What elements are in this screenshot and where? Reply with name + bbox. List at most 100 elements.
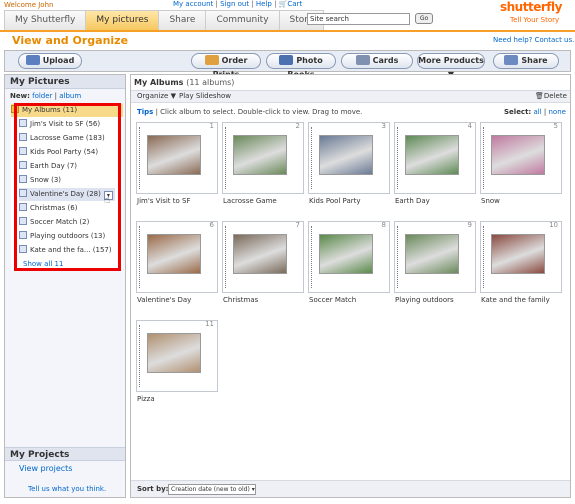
tips-label[interactable]: Tips bbox=[137, 108, 153, 116]
album-thumbnail[interactable] bbox=[491, 234, 545, 274]
album-card[interactable]: 10 Kate and the family bbox=[480, 221, 562, 311]
tree-item-album[interactable]: Playing outdoors (13) bbox=[19, 230, 131, 243]
select-all-link[interactable]: all bbox=[533, 108, 541, 116]
organize-menu[interactable]: Organize ▼ bbox=[137, 92, 176, 100]
album-number: 4 bbox=[467, 122, 472, 130]
album-card[interactable]: 6 Valentine's Day bbox=[136, 221, 218, 311]
album-label[interactable]: Lacrosse Game bbox=[223, 197, 277, 205]
tree-item-album[interactable]: Jim's Visit to SF (56) bbox=[19, 118, 131, 131]
album-label[interactable]: Pizza bbox=[137, 395, 155, 403]
album-card[interactable]: 1 Jim's Visit to SF bbox=[136, 122, 218, 212]
album-card[interactable]: 9 Playing outdoors bbox=[394, 221, 476, 311]
album-spine bbox=[139, 226, 142, 288]
album-thumbnail[interactable] bbox=[405, 234, 459, 274]
album-cover[interactable]: 2 bbox=[222, 122, 304, 194]
album-thumbnail[interactable] bbox=[319, 135, 373, 175]
album-card[interactable]: 7 Christmas bbox=[222, 221, 304, 311]
help-link[interactable]: Help bbox=[256, 0, 272, 8]
album-label[interactable]: Playing outdoors bbox=[395, 296, 454, 304]
album-label[interactable]: Kids Pool Party bbox=[309, 197, 361, 205]
album-card[interactable]: 4 Earth Day bbox=[394, 122, 476, 212]
album-label[interactable]: Kate and the family bbox=[481, 296, 550, 304]
tree-item-label: Earth Day (7) bbox=[30, 162, 77, 170]
album-cover[interactable]: 6 bbox=[136, 221, 218, 293]
album-label[interactable]: Jim's Visit to SF bbox=[137, 197, 191, 205]
album-cover[interactable]: 4 bbox=[394, 122, 476, 194]
album-number: 3 bbox=[381, 122, 386, 130]
album-thumbnail[interactable] bbox=[491, 135, 545, 175]
shutterfly-logo[interactable]: shutterfly Tell Your Story bbox=[500, 0, 572, 30]
album-number: 8 bbox=[381, 221, 386, 229]
delete-button[interactable]: 🗑Delete bbox=[535, 92, 567, 100]
album-card[interactable]: 3 Kids Pool Party bbox=[308, 122, 390, 212]
album-thumbnail[interactable] bbox=[233, 234, 287, 274]
upload-button[interactable]: Upload bbox=[18, 53, 82, 69]
new-folder-link[interactable]: folder bbox=[32, 92, 52, 100]
album-thumbnail[interactable] bbox=[147, 234, 201, 274]
cart-link[interactable]: Cart bbox=[287, 0, 302, 8]
album-label[interactable]: Earth Day bbox=[395, 197, 430, 205]
tab-share[interactable]: Share bbox=[158, 10, 207, 30]
my-account-link[interactable]: My account bbox=[173, 0, 213, 8]
tree-item-album[interactable]: Snow (3) bbox=[19, 174, 131, 187]
album-thumbnail[interactable] bbox=[147, 333, 201, 373]
album-label[interactable]: Soccer Match bbox=[309, 296, 356, 304]
album-cover[interactable]: 5 bbox=[480, 122, 562, 194]
tab-community[interactable]: Community bbox=[205, 10, 280, 30]
album-number: 1 bbox=[209, 122, 214, 130]
play-slideshow-button[interactable]: Play Slideshow bbox=[179, 92, 231, 100]
tree-item-label: Playing outdoors (13) bbox=[30, 232, 106, 240]
album-spine bbox=[483, 226, 486, 288]
need-help-link[interactable]: Need help? Contact us. bbox=[493, 36, 574, 44]
new-album-link[interactable]: album bbox=[59, 92, 81, 100]
album-card[interactable]: 5 Snow bbox=[480, 122, 562, 212]
album-thumbnail[interactable] bbox=[319, 234, 373, 274]
album-cover[interactable]: 1 bbox=[136, 122, 218, 194]
tree-item-album[interactable]: Kids Pool Party (54) bbox=[19, 146, 131, 159]
album-number: 5 bbox=[553, 122, 558, 130]
photo-books-button[interactable]: Photo Books bbox=[266, 53, 336, 79]
top-bar: Welcome John My account | Sign out | Hel… bbox=[0, 0, 575, 31]
sign-out-link[interactable]: Sign out bbox=[220, 0, 249, 8]
album-card[interactable]: 2 Lacrosse Game bbox=[222, 122, 304, 212]
album-thumbnail[interactable] bbox=[147, 135, 201, 175]
header-divider bbox=[0, 30, 575, 32]
share-icon bbox=[504, 55, 519, 65]
album-cover[interactable]: 10 bbox=[480, 221, 562, 293]
order-prints-button[interactable]: Order Prints bbox=[191, 53, 261, 79]
more-products-button[interactable]: More Products ▼ bbox=[417, 53, 485, 79]
tree-item-album[interactable]: Soccer Match (2) bbox=[19, 216, 131, 229]
tree-item-album-selected[interactable]: Valentine's Day (28) ▾ bbox=[19, 188, 115, 201]
select-none-link[interactable]: none bbox=[548, 108, 565, 116]
site-search-input[interactable]: Site search bbox=[307, 13, 410, 25]
view-projects-link[interactable]: View projects bbox=[19, 464, 72, 473]
album-label[interactable]: Valentine's Day bbox=[137, 296, 191, 304]
album-thumbnail[interactable] bbox=[233, 135, 287, 175]
album-label[interactable]: Snow bbox=[481, 197, 500, 205]
feedback-link[interactable]: Tell us what you think. bbox=[28, 485, 106, 493]
album-card[interactable]: 8 Soccer Match bbox=[308, 221, 390, 311]
tree-item-label: Kids Pool Party (54) bbox=[30, 148, 99, 156]
album-cover[interactable]: 7 bbox=[222, 221, 304, 293]
main-tabs: My Shutterfly My pictures Share Communit… bbox=[4, 10, 325, 30]
tree-item-album[interactable]: Earth Day (7) bbox=[19, 160, 131, 173]
tab-my-pictures[interactable]: My pictures bbox=[85, 10, 160, 30]
tree-item-my-albums[interactable]: My Albums (11) bbox=[11, 104, 123, 117]
search-go-button[interactable]: Go bbox=[415, 13, 433, 24]
tree-item-album[interactable]: Christmas (6) bbox=[19, 202, 131, 215]
album-cover[interactable]: 11 bbox=[136, 320, 218, 392]
tree-item-album[interactable]: Lacrosse Game (183) bbox=[19, 132, 131, 145]
album-cover[interactable]: 8 bbox=[308, 221, 390, 293]
show-all-link[interactable]: Show all 11 bbox=[23, 258, 135, 271]
album-cover[interactable]: 3 bbox=[308, 122, 390, 194]
share-button[interactable]: Share bbox=[493, 53, 559, 69]
tree-item-album[interactable]: Kate and the fa... (157) bbox=[19, 244, 131, 257]
album-card[interactable]: 11 Pizza bbox=[136, 320, 218, 410]
album-label[interactable]: Christmas bbox=[223, 296, 258, 304]
tab-my-shutterfly[interactable]: My Shutterfly bbox=[4, 10, 87, 30]
cards-button[interactable]: Cards bbox=[341, 53, 413, 69]
sort-select[interactable]: Creation date (new to old) ▾ bbox=[168, 484, 256, 495]
album-icon bbox=[19, 217, 27, 225]
album-thumbnail[interactable] bbox=[405, 135, 459, 175]
album-cover[interactable]: 9 bbox=[394, 221, 476, 293]
